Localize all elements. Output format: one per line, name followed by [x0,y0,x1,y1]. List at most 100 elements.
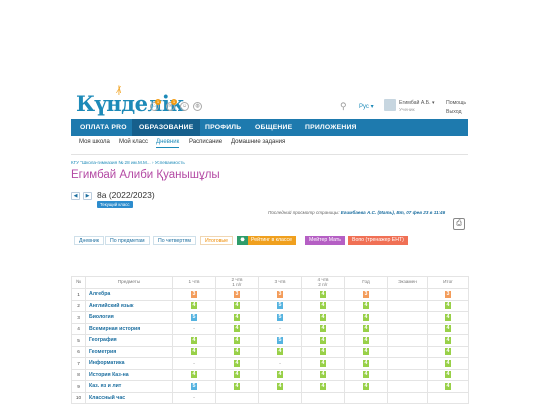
grade-mark[interactable]: 4 [320,382,326,390]
grade-mark[interactable]: 3 [277,290,283,298]
subject-link[interactable]: Информатика [85,357,173,370]
grade-mark[interactable]: 4 [320,359,326,367]
grade-mark[interactable]: 5 [191,382,197,390]
grade-mark[interactable]: 4 [445,359,451,367]
subnav-my-school[interactable]: Моя школа [79,139,110,145]
grade-cell: 4 [427,334,469,347]
grade-mark[interactable]: 4 [320,371,326,379]
grade-mark[interactable]: 4 [445,325,451,333]
grade-mark[interactable]: 4 [445,302,451,310]
subject-link[interactable]: История Каз-на [85,368,173,381]
next-class-button[interactable]: ▶ [83,192,92,200]
subject-link[interactable]: Всемирная история [85,322,173,335]
print-icon[interactable]: ⎙ [453,218,465,230]
grade-mark[interactable]: 4 [234,302,240,310]
grade-mark[interactable]: 4 [445,382,451,390]
grade-mark[interactable]: 3 [234,290,240,298]
prev-class-button[interactable]: ◀ [71,192,80,200]
subject-link[interactable]: Биология [85,311,173,324]
grade-mark[interactable]: 4 [191,371,197,379]
grade-mark[interactable]: 4 [445,371,451,379]
grade-mark[interactable]: 5 [277,336,283,344]
breadcrumb-school[interactable]: КГУ "Школа-гимназия № 28 им.М.М... [71,160,152,165]
grade-mark[interactable]: 4 [277,371,283,379]
grade-mark[interactable]: 3 [363,290,369,298]
tab-vopo[interactable]: Вопо (тренажер ЕНТ) [348,236,408,245]
grade-mark[interactable]: 4 [277,382,283,390]
grade-mark[interactable]: 5 [191,313,197,321]
subject-link[interactable]: География [85,334,173,347]
grade-mark[interactable]: 4 [234,371,240,379]
logout-link[interactable]: Выход [446,109,462,115]
grade-mark[interactable]: 4 [363,359,369,367]
subject-link[interactable]: Алгебра [85,288,173,301]
user-name[interactable]: Егимбай А.Б. ▾ [399,100,435,106]
grade-mark[interactable]: 4 [363,348,369,356]
grade-mark[interactable]: 4 [191,336,197,344]
nav-item-communication[interactable]: ОБЩЕНИЕ [255,119,292,136]
grade-mark[interactable]: 4 [363,382,369,390]
nav-item-profile[interactable]: ПРОФИЛЬ [205,119,241,136]
subject-link[interactable]: Геометрия [85,345,173,358]
grade-mark[interactable]: 4 [234,336,240,344]
search-icon[interactable]: ⚲ [340,101,347,112]
tab-by-quarter[interactable]: По четвертям [153,236,196,245]
grade-mark[interactable]: 4 [363,336,369,344]
grade-mark[interactable]: 4 [445,313,451,321]
nav-item-pro[interactable]: ОПЛАТА PRO [80,119,127,136]
grade-cell: 4 [427,368,469,381]
breadcrumb-page[interactable]: Успеваемость [155,160,185,165]
globe-icon[interactable]: ◍ [193,102,202,111]
friends-icon[interactable]: ☺ [180,102,189,111]
grade-mark[interactable]: 4 [363,313,369,321]
grade-mark[interactable]: 4 [320,325,326,333]
grade-mark[interactable]: 4 [320,290,326,298]
col-header: 3 чтв [258,276,302,289]
grade-mark[interactable]: 5 [277,313,283,321]
grade-mark[interactable]: 4 [320,313,326,321]
grade-mark[interactable]: 4 [320,348,326,356]
grade-mark[interactable]: 4 [445,348,451,356]
grade-cell: 4 [427,311,469,324]
grade-cell: 4 [215,311,259,324]
subnav-diary[interactable]: Дневник [156,139,180,148]
last-viewer-link[interactable]: Егимбаева А.С. (Мать), Вт, 07 фев 23 в 1… [341,210,445,215]
grade-mark[interactable]: 4 [445,336,451,344]
grade-mark[interactable]: 4 [363,371,369,379]
grade-mark[interactable]: 3 [445,290,451,298]
grade-mark[interactable]: 4 [191,348,197,356]
grade-mark[interactable]: 4 [234,348,240,356]
tab-by-subject[interactable]: По предметам [105,236,150,245]
subject-link[interactable]: Каз. яз и лит [85,380,173,393]
avatar[interactable] [384,99,396,111]
grade-mark[interactable]: 4 [320,336,326,344]
grade-mark[interactable]: 4 [363,325,369,333]
subnav-my-class[interactable]: Мой класс [119,139,148,145]
subject-link[interactable]: Английский язык [85,299,173,312]
tab-diary[interactable]: Дневник [74,236,105,245]
grade-mark[interactable]: 4 [234,359,240,367]
tab-rating[interactable]: ⬣ Рейтинг в классе [237,236,296,245]
grade-cell: 4 [301,311,345,324]
grade-cell: 4 [215,334,259,347]
language-selector[interactable]: Рус ▾ [359,103,374,110]
tab-final[interactable]: Итоговые [200,236,233,245]
nav-item-apps[interactable]: ПРИЛОЖЕНИЯ [305,119,357,136]
grade-mark[interactable]: 4 [363,302,369,310]
col-header: 4 чтв 2 п/г [301,276,345,289]
nav-item-education[interactable]: ОБРАЗОВАНИЕ [132,119,201,136]
tab-meiter[interactable]: Мейтер Мать [305,236,345,245]
subnav-homework[interactable]: Домашние задания [231,139,285,145]
grade-mark[interactable]: 4 [191,302,197,310]
grade-mark[interactable]: 5 [277,302,283,310]
grade-mark[interactable]: 4 [277,348,283,356]
grade-mark[interactable]: 3 [191,290,197,298]
grade-mark[interactable]: 4 [320,302,326,310]
grade-mark[interactable]: 4 [234,325,240,333]
grade-mark[interactable]: 4 [234,382,240,390]
help-link[interactable]: Помощь [446,100,466,106]
subject-link[interactable]: Классный час [85,391,173,404]
subnav-schedule[interactable]: Расписание [189,139,222,145]
grade-mark[interactable]: 4 [234,313,240,321]
grade-cell [387,391,428,404]
